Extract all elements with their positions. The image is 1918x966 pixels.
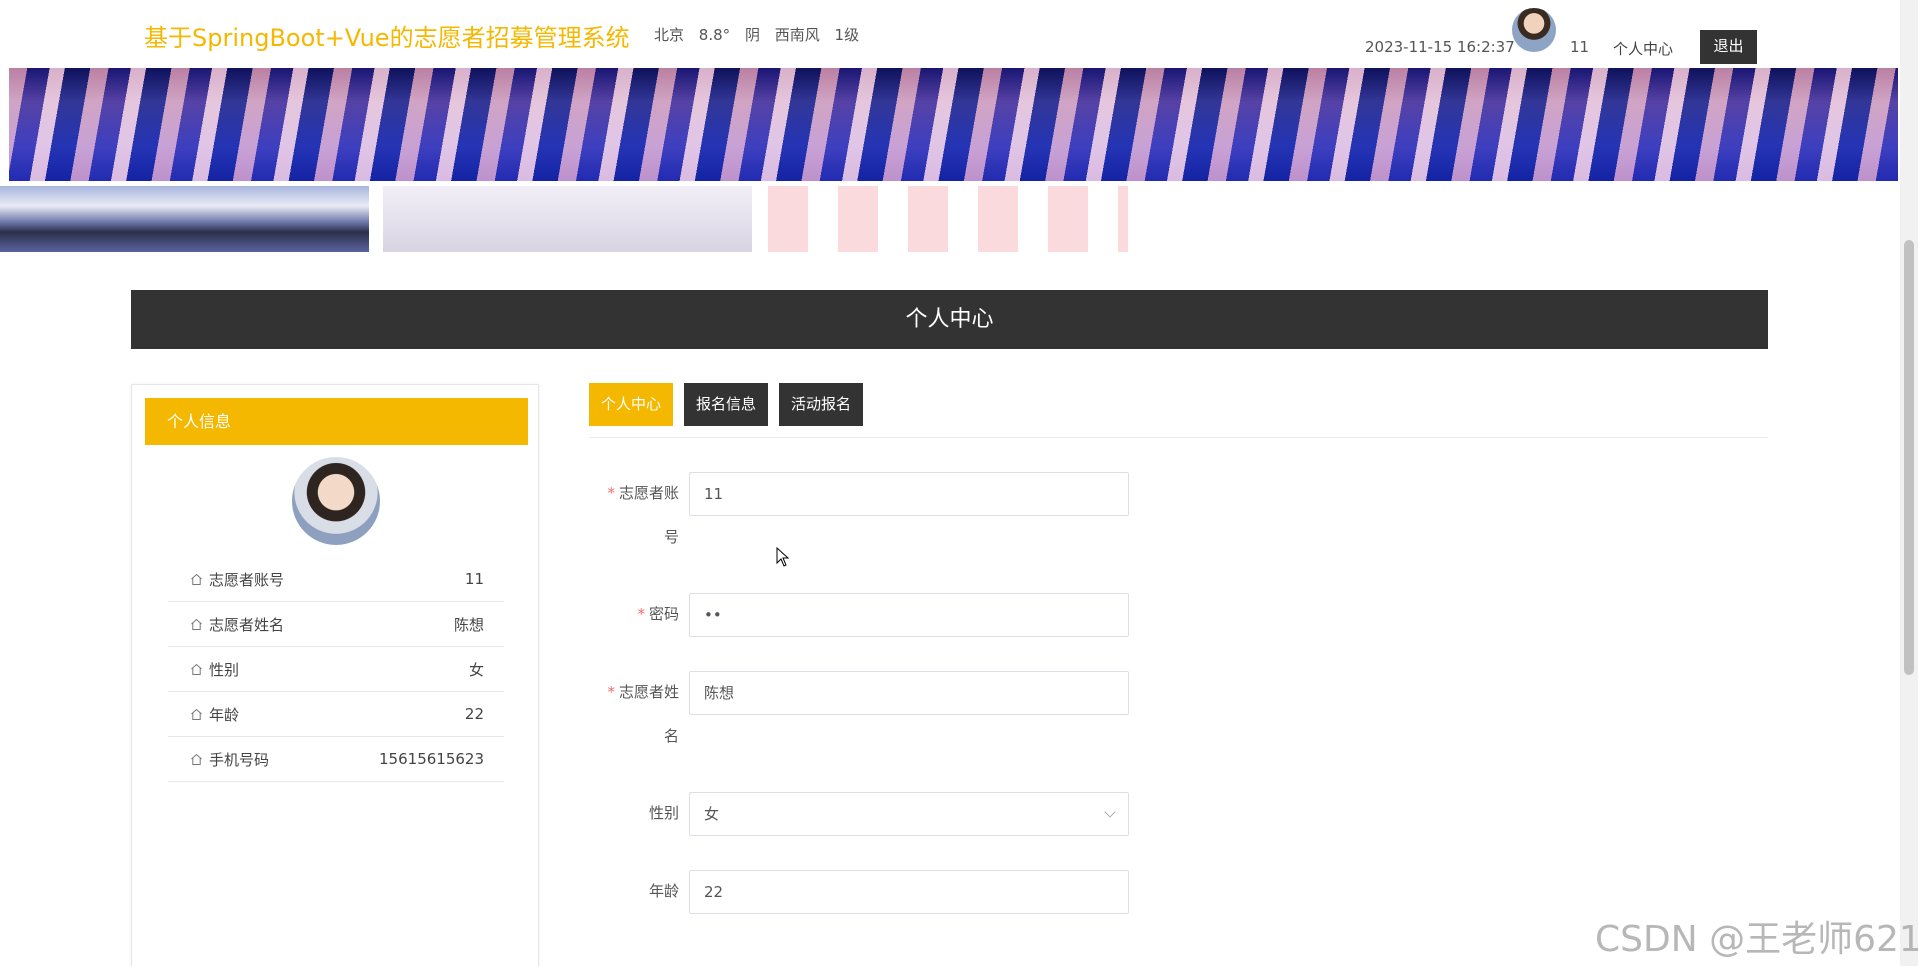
gender-select-value: 女 [704,805,720,823]
site-title[interactable]: 基于SpringBoot+Vue的志愿者招募管理系统 [144,18,630,53]
profile-info-label-wrap: 志愿者账号 [190,569,284,590]
password-label-text: 密码 [648,605,679,623]
name-label: * 志愿者姓 名 [589,681,679,747]
mouse-cursor-icon [776,547,790,567]
page: { "header": { "site_title": "基于SpringBoo… [0,0,1918,966]
tab-bar: 个人中心 报名信息 活动报名 [589,383,874,426]
home-icon [190,708,203,721]
home-icon [190,753,203,766]
account-label: * 志愿者账 号 [589,482,679,548]
profile-info-label: 志愿者账号 [209,570,285,589]
profile-info-item: 志愿者账号 11 [168,557,504,602]
profile-panel-title: 个人信息 [145,398,528,445]
name-label-text-cont: 名 [663,727,679,745]
profile-info-value: 陈想 [453,615,484,634]
profile-info-label: 志愿者姓名 [209,615,285,634]
personal-center-link[interactable]: 个人中心 [1613,38,1673,59]
profile-avatar [292,457,380,545]
age-label: 年龄 [648,882,679,900]
profile-info-item: 志愿者姓名 陈想 [168,602,504,647]
weather-condition: 阴 [744,26,760,44]
profile-info-item: 年龄 22 [168,692,504,737]
profile-info-label-wrap: 手机号码 [190,749,269,770]
banner-thumbnail-1[interactable] [0,186,369,252]
divider [589,437,1768,438]
profile-info-label: 性别 [209,660,240,679]
profile-info-list: 志愿者账号 11 志愿者姓名 陈想 性别 女 年龄 22 手机号码 156156… [168,557,504,782]
tab-registration-info[interactable]: 报名信息 [684,383,769,426]
weather-temperature: 8.8° [698,26,731,44]
tab-activity-signup[interactable]: 活动报名 [779,383,864,426]
weather-wind-level: 1级 [834,26,860,44]
weather-wind: 西南风 [774,26,820,44]
banner-thumbnail-3[interactable] [768,186,1137,252]
profile-info-value: 女 [468,660,484,679]
required-mark: * [607,683,615,701]
account-label-text-cont: 号 [663,528,679,546]
banner-carousel[interactable] [9,68,1898,181]
name-input[interactable]: 陈想 [689,671,1129,715]
password-label: * 密码 [589,603,679,625]
profile-info-item: 手机号码 15615615623 [168,737,504,782]
banner-thumbnail-2[interactable] [383,186,752,252]
section-title: 个人中心 [131,290,1768,349]
gender-select[interactable]: 女 [689,792,1129,836]
profile-info-label-wrap: 性别 [190,659,239,680]
age-input[interactable]: 22 [689,870,1129,914]
scrollbar-thumb[interactable] [1904,240,1914,675]
user-avatar[interactable] [1512,8,1556,52]
profile-info-label: 年龄 [209,705,240,724]
home-icon [190,573,203,586]
account-label-text: 志愿者账 [618,484,679,502]
header: 基于SpringBoot+Vue的志愿者招募管理系统 北京 8.8° 阴 西南风… [0,0,1900,68]
profile-info-value: 22 [464,705,484,723]
profile-panel: 个人信息 志愿者账号 11 志愿者姓名 陈想 性别 女 年龄 22 手机号码 1… [131,384,539,966]
current-datetime: 2023-11-15 16:2:37 [1365,38,1515,56]
profile-info-label-wrap: 志愿者姓名 [190,614,284,635]
required-mark: * [607,484,615,502]
logout-button[interactable]: 退出 [1700,30,1757,64]
account-input[interactable]: 11 [689,472,1129,516]
home-icon [190,618,203,631]
tab-personal-center[interactable]: 个人中心 [589,383,674,426]
profile-info-label-wrap: 年龄 [190,704,239,725]
gender-label: 性别 [648,804,679,822]
profile-info-value: 15615615623 [379,750,484,768]
required-mark: * [637,605,645,623]
watermark: CSDN @王老师621 [1595,919,1918,960]
password-input[interactable]: •• [689,593,1129,637]
profile-info-value: 11 [464,570,484,588]
username: 11 [1570,38,1590,56]
name-label-text: 志愿者姓 [618,683,679,701]
weather-city: 北京 [654,26,685,44]
page-scrollbar[interactable] [1900,0,1918,966]
profile-info-item: 性别 女 [168,647,504,692]
banner-decoration [768,186,1128,252]
weather-widget: 北京 8.8° 阴 西南风 1级 [654,24,869,45]
chevron-down-icon [1104,806,1116,818]
home-icon [190,663,203,676]
profile-info-label: 手机号码 [209,750,270,769]
